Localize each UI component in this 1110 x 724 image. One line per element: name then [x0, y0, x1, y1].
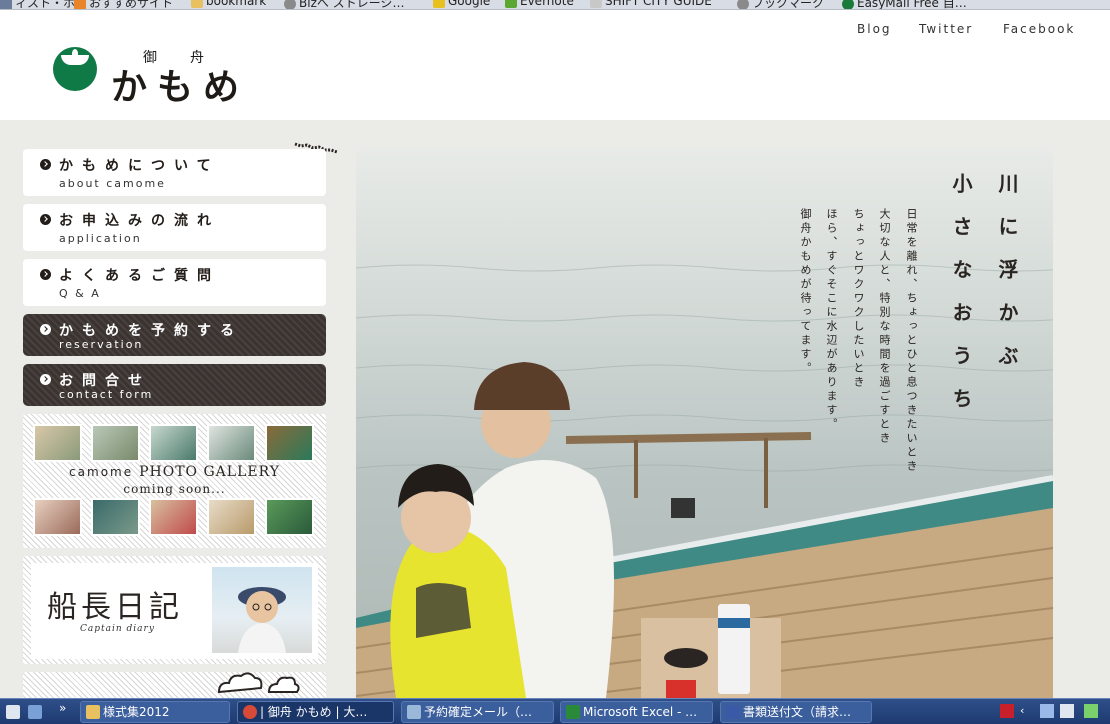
- battery-icon[interactable]: [1084, 704, 1098, 718]
- word-icon: [726, 705, 740, 719]
- chrome-icon: [243, 705, 257, 719]
- nav-label-en: application: [59, 232, 142, 245]
- globe-icon: [284, 0, 296, 9]
- taskbar-task-active[interactable]: | 御舟 かもめ | 大…: [237, 701, 394, 723]
- arrow-circle-icon: [40, 269, 51, 280]
- excel-icon: [566, 705, 580, 719]
- hero-body-line: 御舟かもめが待ってます。: [799, 208, 812, 376]
- system-tray: ‹: [998, 702, 1110, 722]
- gallery-thumbnail: [149, 498, 198, 536]
- taskbar-overflow-icon[interactable]: »: [59, 701, 66, 715]
- gallery-thumbnail: [207, 498, 256, 536]
- taskbar: » 様式集2012 | 御舟 かもめ | 大… 予約確定メール（… Micros…: [0, 698, 1110, 724]
- network-icon[interactable]: [1040, 704, 1054, 718]
- arrow-circle-icon: [40, 159, 51, 170]
- star-icon: [74, 0, 86, 9]
- cloud-icon: [217, 672, 300, 694]
- captain-photo: [212, 567, 312, 653]
- monitor-icon[interactable]: [1060, 704, 1074, 718]
- notepad-icon: [407, 705, 421, 719]
- page-icon: [590, 0, 602, 8]
- captain-diary-subtitle: Captain diary: [80, 624, 155, 634]
- nav-label-jp: お問合せ: [59, 373, 151, 389]
- bookmark-item[interactable]: おすすめサイト: [74, 0, 173, 9]
- hero-body-line: ほら、すぐそこに水辺があります。: [825, 208, 838, 432]
- nav-label-jp: かもめを予約する: [59, 323, 243, 339]
- nav-contact[interactable]: お問合せ contact form: [23, 364, 326, 406]
- nav-label-en: about camome: [59, 177, 166, 190]
- blog-link[interactable]: Blog: [857, 22, 892, 36]
- gallery-thumbnail: [207, 424, 256, 462]
- nav-application[interactable]: お申込みの流れ application: [23, 204, 326, 251]
- acrobat-icon[interactable]: [1000, 704, 1014, 718]
- gallery-prefix: camome: [69, 465, 134, 479]
- taskbar-task[interactable]: 予約確定メール（…: [401, 701, 554, 723]
- bookmark-item[interactable]: Google: [433, 0, 490, 8]
- facebook-link[interactable]: Facebook: [1003, 22, 1075, 36]
- bookmark-item[interactable]: Evernote: [505, 0, 574, 8]
- nav-faq[interactable]: よくあるご質問 Q & A: [23, 259, 326, 306]
- captain-diary-title: 船長日記: [47, 590, 183, 625]
- bookmark-item[interactable]: SHIFT CITY GUIDE: [590, 0, 712, 8]
- arrow-circle-icon: [40, 374, 51, 385]
- nav-label-jp: お申込みの流れ: [59, 213, 220, 229]
- arrow-circle-icon: [40, 214, 51, 225]
- folder-icon: [191, 0, 203, 8]
- bookmarks-bar: ィスト・ホ… おすすめサイト bookmark Bizへ ストレージ… Goog…: [0, 0, 1110, 10]
- bookmark-item[interactable]: EasyMail Free 自…: [842, 0, 967, 9]
- gallery-thumbnail: [33, 498, 82, 536]
- bookmark-item[interactable]: Bizへ ストレージ…: [284, 0, 404, 9]
- nav-reservation[interactable]: かもめを予約する reservation: [23, 314, 326, 356]
- gallery-thumbnail: [265, 498, 314, 536]
- page-icon: [0, 0, 12, 9]
- gallery-thumbnail: [265, 424, 314, 462]
- gallery-thumbnail: [91, 498, 140, 536]
- gallery-thumbnail: [91, 424, 140, 462]
- gallery-subtitle: coming soon...: [123, 482, 226, 496]
- hero-image: 川に浮かぶ 小さなおうち 日常を離れ、ちょっとひと息つきたいとき 大切な人と、特…: [356, 148, 1053, 698]
- bookmark-item[interactable]: bookmark: [191, 0, 266, 8]
- hero-body-line: 大切な人と、特別な時間を過ごすとき: [878, 208, 891, 446]
- logo-text[interactable]: かもめ: [111, 58, 249, 110]
- nav-label-jp: かもめについて: [59, 158, 220, 174]
- twitter-link[interactable]: Twitter: [919, 22, 973, 36]
- taskbar-task[interactable]: 様式集2012: [80, 701, 230, 723]
- nav-label-en: contact form: [59, 388, 154, 401]
- evernote-icon: [505, 0, 517, 8]
- folder-icon: [86, 705, 100, 719]
- hero-headline-line-1: 川に浮かぶ: [995, 173, 1019, 388]
- nav-label-en: reservation: [59, 338, 144, 351]
- gallery-thumbnail: [149, 424, 198, 462]
- taskbar-task[interactable]: 書類送付文（請求…: [720, 701, 872, 723]
- taskbar-task[interactable]: Microsoft Excel - …: [560, 701, 713, 723]
- hero-headline-line-2: 小さなおうち: [949, 173, 973, 431]
- tray-arrow-icon[interactable]: ‹: [1020, 704, 1034, 718]
- circle-icon: [842, 0, 854, 9]
- quick-launch-icon[interactable]: [28, 705, 42, 719]
- hero-body-line: ちょっとワクワクしたいとき: [852, 208, 865, 390]
- hero-body-line: 日常を離れ、ちょっとひと息つきたいとき: [905, 208, 918, 474]
- bookmark-item[interactable]: ブックマーク: [737, 0, 824, 9]
- gallery-title: camome PHOTO GALLERY: [0, 464, 349, 480]
- nav-label-en: Q & A: [59, 287, 101, 300]
- logo-icon[interactable]: [53, 47, 97, 91]
- arrow-circle-icon: [40, 324, 51, 335]
- globe-icon: [737, 0, 749, 9]
- nav-label-jp: よくあるご質問: [59, 268, 220, 284]
- nav-about[interactable]: かもめについて about camome: [23, 149, 326, 196]
- gallery-title-text: PHOTO GALLERY: [139, 464, 280, 480]
- google-icon: [433, 0, 445, 8]
- gallery-thumbnail: [33, 424, 82, 462]
- show-desktop-icon[interactable]: [6, 705, 20, 719]
